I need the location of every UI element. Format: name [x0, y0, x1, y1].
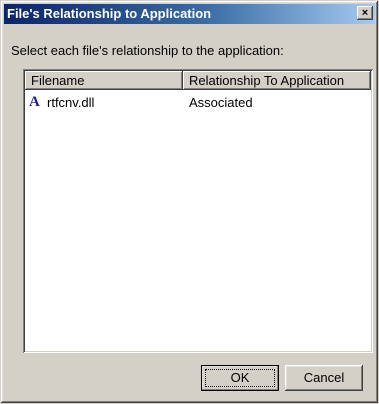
column-header-filename[interactable]: Filename — [25, 71, 183, 90]
file-list-view[interactable]: Filename Relationship To Application A r… — [23, 69, 373, 353]
relationship-dialog: File's Relationship to Application × Sel… — [0, 0, 379, 404]
close-icon: × — [361, 7, 369, 19]
focus-rectangle — [205, 369, 275, 387]
column-header-relationship[interactable]: Relationship To Application — [183, 71, 371, 90]
cancel-button[interactable]: Cancel — [285, 365, 363, 391]
filename-cell: A rtfcnv.dll — [25, 94, 183, 110]
relationship-cell: Associated — [189, 94, 253, 110]
title-bar[interactable]: File's Relationship to Application × — [4, 4, 375, 24]
cancel-button-label: Cancel — [303, 370, 345, 385]
ok-button[interactable]: OK — [201, 365, 279, 391]
window-title: File's Relationship to Application — [7, 6, 212, 21]
instruction-text: Select each file's relationship to the a… — [11, 43, 284, 58]
filename-label: rtfcnv.dll — [47, 94, 95, 110]
list-header: Filename Relationship To Application — [25, 71, 371, 90]
font-file-icon: A — [29, 94, 40, 110]
close-button[interactable]: × — [357, 6, 373, 20]
list-item[interactable]: A rtfcnv.dll Associated — [25, 93, 371, 111]
